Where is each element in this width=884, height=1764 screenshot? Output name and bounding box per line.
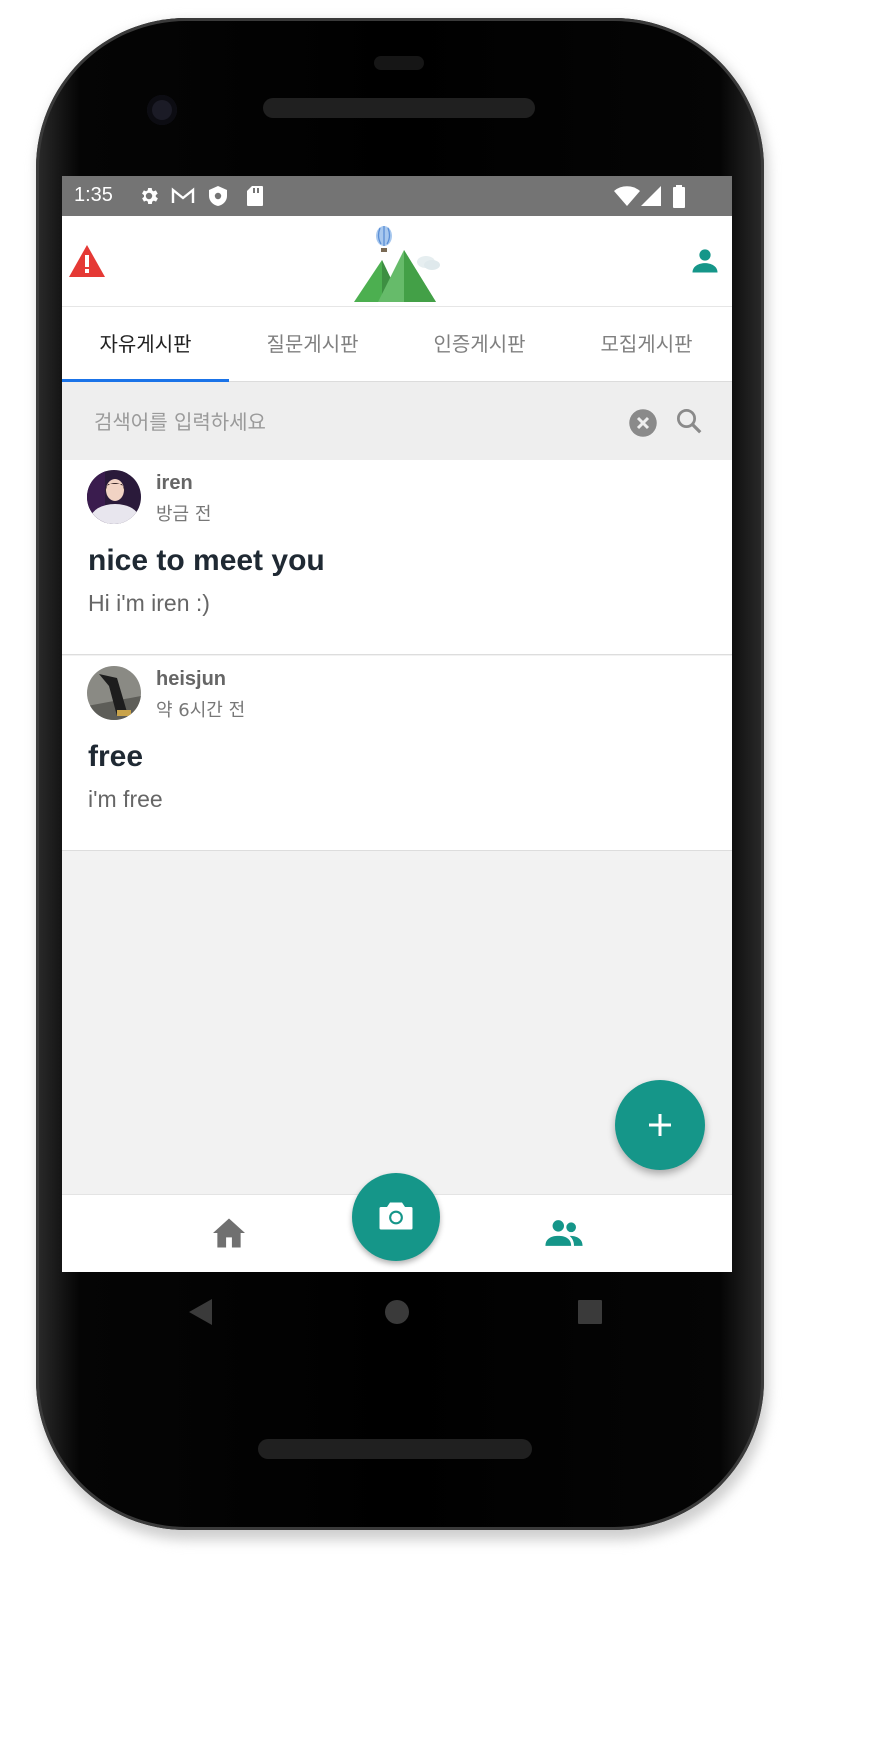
shield-icon bbox=[208, 185, 228, 211]
post-title: nice to meet you bbox=[88, 544, 325, 577]
bottom-speaker bbox=[258, 1439, 532, 1459]
search-icon[interactable] bbox=[674, 406, 704, 440]
community-icon[interactable] bbox=[544, 1217, 584, 1253]
balloon-mountain-logo bbox=[350, 224, 440, 310]
status-time: 1:35 bbox=[74, 184, 113, 206]
search-bar bbox=[62, 382, 732, 460]
profile-icon[interactable] bbox=[690, 245, 720, 279]
search-input[interactable] bbox=[92, 406, 596, 438]
home-icon[interactable] bbox=[211, 1217, 247, 1253]
post-body: i'm free bbox=[88, 786, 163, 812]
proximity-sensor bbox=[374, 56, 424, 70]
gmail-icon bbox=[170, 185, 196, 211]
avatar bbox=[87, 470, 141, 524]
camera-icon bbox=[378, 1200, 414, 1236]
board-tabs: 자유게시판 질문게시판 인증게시판 모집게시판 bbox=[62, 306, 732, 382]
camera-button[interactable] bbox=[352, 1173, 440, 1261]
recents-icon[interactable] bbox=[578, 1300, 602, 1328]
add-post-button[interactable] bbox=[615, 1080, 705, 1170]
tab-free-board[interactable]: 자유게시판 bbox=[62, 307, 229, 383]
post-author: iren bbox=[156, 472, 193, 494]
wifi-icon bbox=[614, 185, 640, 211]
signal-icon bbox=[640, 185, 662, 211]
post-body: Hi i'm iren :) bbox=[88, 590, 210, 616]
back-icon[interactable] bbox=[188, 1298, 214, 1330]
home-circle-icon[interactable] bbox=[384, 1299, 410, 1329]
app-header bbox=[62, 216, 732, 306]
post-time: 방금 전 bbox=[156, 504, 212, 525]
plus-icon bbox=[646, 1111, 674, 1143]
post-time: 약 6시간 전 bbox=[156, 700, 246, 721]
app-screen: 1:35 자유게시판 질문게시판 인증게시판 모집게시판 검색어를 입력하세요 … bbox=[62, 176, 732, 1272]
avatar bbox=[87, 666, 141, 720]
warning-icon[interactable] bbox=[68, 244, 106, 282]
sd-card-icon bbox=[246, 185, 264, 211]
battery-icon bbox=[672, 185, 686, 213]
post-author: heisjun bbox=[156, 668, 227, 690]
settings-icon bbox=[138, 185, 160, 211]
clear-icon[interactable] bbox=[628, 408, 658, 442]
tab-question-board[interactable]: 질문게시판 bbox=[229, 307, 396, 383]
tab-certification-board[interactable]: 인증게시판 bbox=[396, 307, 563, 383]
post-card[interactable]: iren 방금 전 nice to meet you Hi i'm iren :… bbox=[62, 460, 732, 655]
tab-recruit-board[interactable]: 모집게시판 bbox=[563, 307, 730, 383]
status-bar: 1:35 bbox=[62, 176, 732, 216]
post-card[interactable]: heisjun 약 6시간 전 free i'm free bbox=[62, 656, 732, 851]
front-camera bbox=[147, 95, 177, 125]
earpiece-speaker bbox=[263, 98, 535, 118]
post-title: free bbox=[88, 740, 144, 773]
